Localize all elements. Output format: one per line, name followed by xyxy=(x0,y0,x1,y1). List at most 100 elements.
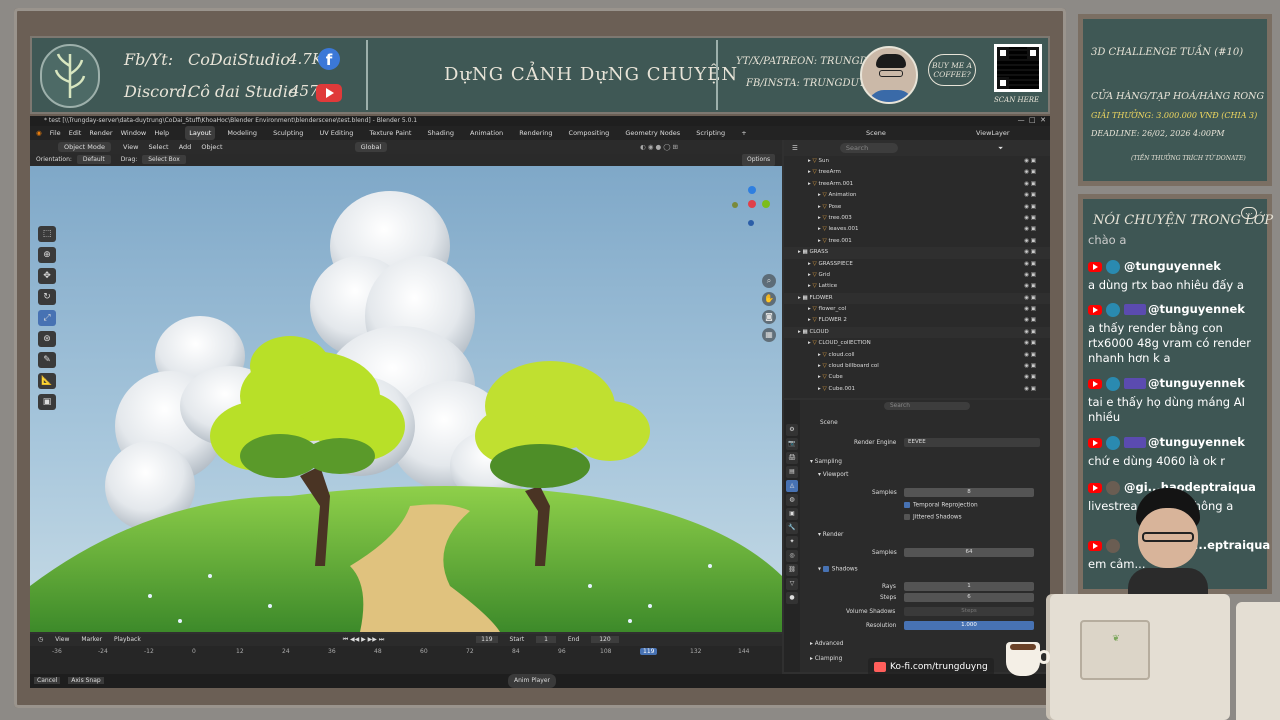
viewport-samples-field[interactable]: 8 xyxy=(904,488,1034,497)
visibility-toggle-icon[interactable]: ◉ ▣ xyxy=(1024,372,1036,383)
navigation-gizmo[interactable] xyxy=(730,186,774,230)
tab-scripting[interactable]: Scripting xyxy=(692,126,729,140)
visibility-toggle-icon[interactable]: ◉ ▣ xyxy=(1024,350,1036,361)
outliner-row[interactable]: ▸ ▽ Cube ◉ ▣ xyxy=(784,372,1050,383)
menu-object[interactable]: Object xyxy=(201,143,222,151)
properties-search-input[interactable]: Search xyxy=(884,402,970,410)
grid-icon[interactable]: ▦ xyxy=(762,328,776,342)
coffee-bubble[interactable]: BUY ME A COFFEE? xyxy=(928,54,976,86)
temporal-reprojection-checkbox[interactable]: Temporal Reprojection xyxy=(904,502,978,509)
visibility-toggle-icon[interactable]: ◉ ▣ xyxy=(1024,236,1036,247)
volume-steps-field[interactable]: Steps xyxy=(904,607,1034,616)
window-controls[interactable]: — □ ✕ xyxy=(1018,116,1046,124)
tab-animation[interactable]: Animation xyxy=(466,126,507,140)
clamping-section[interactable]: ▸ Clamping xyxy=(810,656,842,662)
rays-field[interactable]: 1 xyxy=(904,582,1034,591)
visibility-toggle-icon[interactable]: ◉ ▣ xyxy=(1024,224,1036,235)
visibility-toggle-icon[interactable]: ◉ ▣ xyxy=(1024,213,1036,224)
visibility-toggle-icon[interactable]: ◉ ▣ xyxy=(1024,190,1036,201)
tab-compositing[interactable]: Compositing xyxy=(565,126,614,140)
outliner-row[interactable]: ▸ ▽ treeArm.001 ◉ ▣ xyxy=(784,179,1050,190)
visibility-toggle-icon[interactable]: ◉ ▣ xyxy=(1024,202,1036,213)
outliner-row[interactable]: ▸ ▽ treeArm ◉ ▣ xyxy=(784,167,1050,178)
view-layer-tab-icon[interactable]: ▤ xyxy=(786,466,798,478)
world-tab-icon[interactable]: ◍ xyxy=(786,494,798,506)
zoom-icon[interactable]: ⌕ xyxy=(762,274,776,288)
menu-help[interactable]: Help xyxy=(154,129,169,137)
sampling-section[interactable]: ▾ Sampling xyxy=(810,459,842,465)
measure-tool-icon[interactable]: 📐 xyxy=(38,373,56,389)
visibility-toggle-icon[interactable]: ◉ ▣ xyxy=(1024,259,1036,270)
scene-tab-icon[interactable]: ◬ xyxy=(786,480,798,492)
3d-viewport[interactable]: ⬚ ⊕ ✥ ↻ ⤢ ⊛ ✎ 📐 ▣ ⌕ ✋ ◙ ▦ xyxy=(30,166,782,632)
shading-buttons-icon[interactable]: ◐ ◉ ● ◯ ⊞ xyxy=(640,140,678,154)
outliner-row[interactable]: ▸ ▽ Pose ◉ ▣ xyxy=(784,202,1050,213)
pan-hand-icon[interactable]: ✋ xyxy=(762,292,776,306)
timeline-editor-type-icon[interactable]: ◷ xyxy=(38,636,43,643)
data-tab-icon[interactable]: ▽ xyxy=(786,578,798,590)
visibility-toggle-icon[interactable]: ◉ ▣ xyxy=(1024,281,1036,292)
visibility-toggle-icon[interactable]: ◉ ▣ xyxy=(1024,304,1036,315)
add-cube-tool-icon[interactable]: ▣ xyxy=(38,394,56,410)
menu-file[interactable]: File xyxy=(50,129,61,137)
outliner-row[interactable]: ▸ ▦ FLOWER ◉ ▣ xyxy=(784,292,1050,305)
outliner-row[interactable]: ▸ ▽ cloud.coll ◉ ▣ xyxy=(784,350,1050,361)
output-tab-icon[interactable]: 🖨 xyxy=(786,452,798,464)
tab-modeling[interactable]: Modeling xyxy=(223,126,261,140)
scale-tool-icon[interactable]: ⤢ xyxy=(38,310,56,326)
tool-tab-icon[interactable]: ⚙ xyxy=(786,424,798,436)
outliner-row[interactable]: ▸ ▽ Animation ◉ ▣ xyxy=(784,190,1050,201)
shadows-subsection[interactable]: ▾ Shadows xyxy=(818,566,858,573)
current-frame-field[interactable]: 119 xyxy=(476,636,498,643)
resolution-slider[interactable]: 1.000 xyxy=(904,621,1034,630)
menu-edit[interactable]: Edit xyxy=(69,129,82,137)
visibility-toggle-icon[interactable]: ◉ ▣ xyxy=(1024,384,1036,395)
render-samples-field[interactable]: 64 xyxy=(904,548,1034,557)
outliner-row[interactable]: ▸ ▽ Sun ◉ ▣ xyxy=(784,156,1050,167)
tab-rendering[interactable]: Rendering xyxy=(515,126,556,140)
outliner-row[interactable]: ▸ ▽ Grid ◉ ▣ xyxy=(784,270,1050,281)
outliner-row[interactable]: ▸ ▽ Cube.001 ◉ ▣ xyxy=(784,384,1050,395)
viewlayer-selector[interactable]: ViewLayer xyxy=(976,126,1010,140)
transform-tool-icon[interactable]: ⊛ xyxy=(38,331,56,347)
timeline-playback-menu[interactable]: Playback xyxy=(114,636,141,643)
tab-texture-paint[interactable]: Texture Paint xyxy=(366,126,416,140)
outliner-row[interactable]: ▸ ▦ GRASS ◉ ▣ xyxy=(784,247,1050,259)
outliner-row[interactable]: ▸ ▽ flower_col ◉ ▣ xyxy=(784,304,1050,315)
visibility-toggle-icon[interactable]: ◉ ▣ xyxy=(1024,315,1036,326)
menu-view[interactable]: View xyxy=(123,143,138,151)
outliner-row[interactable]: ▸ ▽ GRASSPIECE ◉ ▣ xyxy=(784,259,1050,270)
viewport-subsection[interactable]: ▾ Viewport xyxy=(818,472,848,478)
annotate-tool-icon[interactable]: ✎ xyxy=(38,352,56,368)
add-workspace-button[interactable]: + xyxy=(737,126,750,140)
cursor-tool-icon[interactable]: ⊕ xyxy=(38,247,56,263)
visibility-toggle-icon[interactable]: ◉ ▣ xyxy=(1024,270,1036,281)
visibility-toggle-icon[interactable]: ◉ ▣ xyxy=(1024,247,1036,258)
visibility-toggle-icon[interactable]: ◉ ▣ xyxy=(1024,167,1036,178)
rotate-tool-icon[interactable]: ↻ xyxy=(38,289,56,305)
end-frame-field[interactable]: 120 xyxy=(591,636,619,643)
camera-icon[interactable]: ◙ xyxy=(762,310,776,324)
timeline-ruler[interactable]: -36 -24 -12 0 12 24 36 48 60 72 84 96 10… xyxy=(30,646,782,660)
options-dropdown[interactable]: Options xyxy=(742,154,776,166)
render-tab-icon[interactable]: 📷 xyxy=(786,438,798,450)
outliner-search-input[interactable]: Search xyxy=(839,143,899,153)
advanced-section[interactable]: ▸ Advanced xyxy=(810,641,843,647)
constraints-tab-icon[interactable]: ⛓ xyxy=(786,564,798,576)
jittered-shadows-checkbox[interactable]: Jittered Shadows xyxy=(904,514,962,521)
menu-render[interactable]: Render xyxy=(89,129,112,137)
playback-controls-icon[interactable]: ⏮ ◀◀ ▶ ▶▶ ⏭ xyxy=(343,636,385,643)
particles-tab-icon[interactable]: ✦ xyxy=(786,536,798,548)
scene-selector[interactable]: Scene xyxy=(866,126,886,140)
tab-geometry-nodes[interactable]: Geometry Nodes xyxy=(621,126,684,140)
orientation-dropdown[interactable]: Default xyxy=(76,155,111,164)
start-frame-field[interactable]: 1 xyxy=(536,636,556,643)
kofi-link[interactable]: Ko-fi.com/trungduyng xyxy=(868,658,994,676)
timeline-view-menu[interactable]: View xyxy=(55,636,69,643)
physics-tab-icon[interactable]: ◎ xyxy=(786,550,798,562)
outliner-row[interactable]: ▸ ▽ Lattice ◉ ▣ xyxy=(784,281,1050,292)
object-tab-icon[interactable]: ▣ xyxy=(786,508,798,520)
outliner-row[interactable]: ▸ ▽ CLOUD_collECTION ◉ ▣ xyxy=(784,338,1050,349)
modifier-tab-icon[interactable]: 🔧 xyxy=(786,522,798,534)
outliner-type-icon[interactable]: ☰ xyxy=(792,144,798,152)
